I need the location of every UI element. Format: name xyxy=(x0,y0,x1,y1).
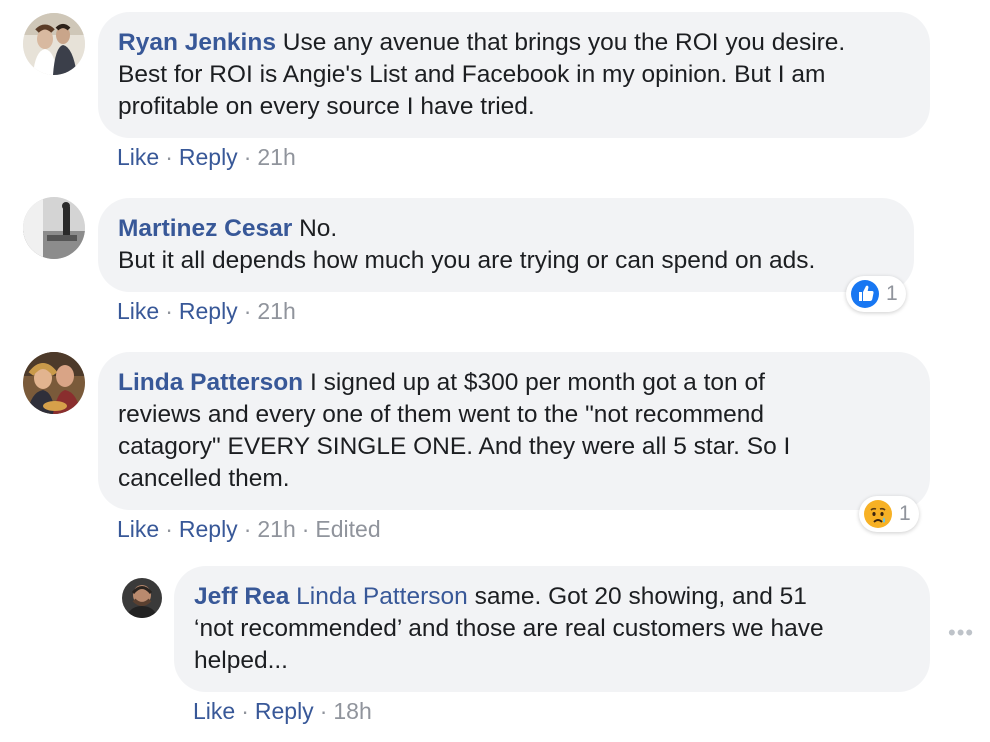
comment-actions: Like · Reply · 18h xyxy=(193,698,372,725)
comment-actions: Like · Reply · 21h xyxy=(117,298,296,325)
reply-link[interactable]: Reply xyxy=(179,298,238,324)
reaction-badge[interactable]: 1 xyxy=(846,276,906,312)
sad-reaction-icon xyxy=(864,500,892,528)
like-reaction-icon xyxy=(851,280,879,308)
like-link[interactable]: Like xyxy=(193,698,235,724)
comment-text-line: ‘not recommended’ and those are real cus… xyxy=(194,615,824,642)
comment-author[interactable]: Linda Patterson xyxy=(118,369,303,396)
reaction-count: 1 xyxy=(886,282,898,305)
comment-author[interactable]: Ryan Jenkins xyxy=(118,29,276,56)
avatar-photo-icon xyxy=(23,352,85,414)
comment-bubble: Linda Patterson I signed up at $300 per … xyxy=(98,352,930,510)
comment-text-line: same. Got 20 showing, and 51 xyxy=(474,583,807,610)
timestamp[interactable]: 21h xyxy=(257,298,295,324)
separator: · xyxy=(301,516,310,542)
avatar[interactable] xyxy=(23,352,85,414)
reply-link[interactable]: Reply xyxy=(179,144,238,170)
comment-author[interactable]: Martinez Cesar xyxy=(118,215,292,242)
comment-text-line: No. xyxy=(299,215,338,242)
comment-text-line: profitable on every source I have tried. xyxy=(118,93,535,120)
comment-text-line: reviews and every one of them went to th… xyxy=(118,401,765,428)
comment-author[interactable]: Jeff Rea xyxy=(194,583,289,610)
avatar-photo-icon xyxy=(122,578,162,618)
more-options-icon[interactable]: ••• xyxy=(948,620,974,646)
reaction-badge[interactable]: 1 xyxy=(859,496,919,532)
reply-link[interactable]: Reply xyxy=(255,698,314,724)
separator: · xyxy=(243,516,252,542)
comment-bubble: Ryan Jenkins Use any avenue that brings … xyxy=(98,12,930,138)
comment-text-line: catagory" EVERY SINGLE ONE. And they wer… xyxy=(118,433,791,460)
like-link[interactable]: Like xyxy=(117,516,159,542)
comment-text-line: But it all depends how much you are tryi… xyxy=(118,247,816,274)
comment-text-line: helped... xyxy=(194,647,288,674)
mention-link[interactable]: Linda Patterson xyxy=(296,583,468,610)
separator: · xyxy=(243,298,252,324)
comment-bubble: Jeff Rea Linda Patterson same. Got 20 sh… xyxy=(174,566,930,692)
avatar[interactable] xyxy=(23,13,85,75)
comment-actions: Like · Reply · 21h · Edited xyxy=(117,516,381,543)
avatar[interactable] xyxy=(23,197,85,259)
avatar-photo-icon xyxy=(23,13,85,75)
avatar-photo-icon xyxy=(23,197,85,259)
reply-link[interactable]: Reply xyxy=(179,516,238,542)
timestamp[interactable]: 18h xyxy=(333,698,371,724)
separator: · xyxy=(165,516,173,542)
comment-text-line: Use any avenue that brings you the ROI y… xyxy=(282,29,846,56)
comment-text-line: Best for ROI is Angie's List and Faceboo… xyxy=(118,61,826,88)
separator: · xyxy=(319,698,328,724)
reaction-count: 1 xyxy=(899,502,911,525)
avatar[interactable] xyxy=(122,578,162,618)
timestamp[interactable]: 21h xyxy=(257,144,295,170)
separator: · xyxy=(241,698,249,724)
separator: · xyxy=(243,144,252,170)
timestamp[interactable]: 21h xyxy=(257,516,295,542)
comment-bubble: Martinez Cesar No. But it all depends ho… xyxy=(98,198,914,292)
separator: · xyxy=(165,298,173,324)
comment-text-line: I signed up at $300 per month got a ton … xyxy=(309,369,765,396)
edited-label[interactable]: Edited xyxy=(315,516,380,542)
separator: · xyxy=(165,144,173,170)
comment-actions: Like · Reply · 21h xyxy=(117,144,296,171)
comment-text-line: cancelled them. xyxy=(118,465,290,492)
like-link[interactable]: Like xyxy=(117,298,159,324)
like-link[interactable]: Like xyxy=(117,144,159,170)
